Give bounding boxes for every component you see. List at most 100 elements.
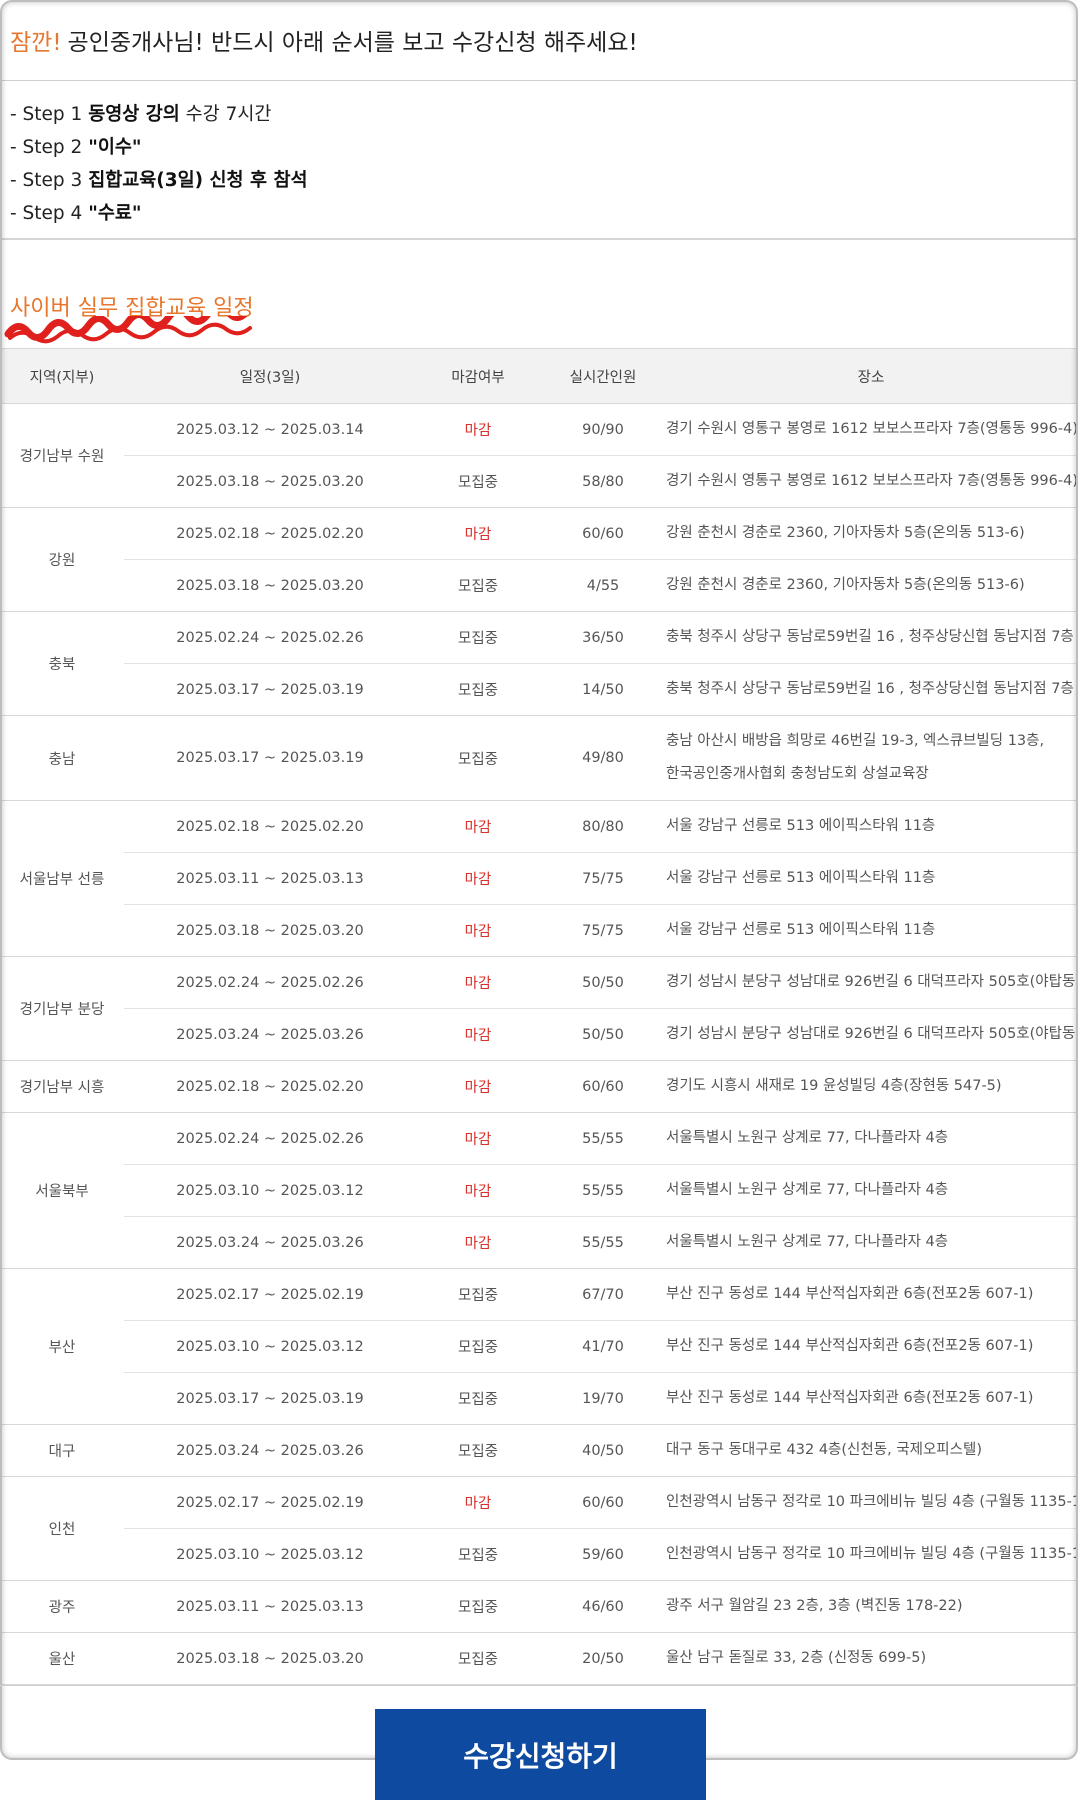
cell-status: 마감 bbox=[416, 852, 540, 905]
table-row: 충북 2025.02.24 ~ 2025.02.26 모집중 36/50 충북 청주시 … bbox=[0, 611, 1076, 716]
place-line: 경기 수원시 영통구 봉영로 1612 보보스프라자 7층(영통동 996-4) bbox=[666, 473, 1076, 489]
notice-message: 공인중개사님! 반드시 아래 순서를 보고 수강신청 해주세요! bbox=[67, 30, 638, 56]
place-line: 서울 강남구 선릉로 513 에이픽스타워 11층 bbox=[666, 818, 936, 834]
cell-count: 60/60 bbox=[540, 1476, 666, 1529]
place-line: 강원 춘천시 경춘로 2360, 기아자동차 5층(온의동 513-6) bbox=[666, 577, 1025, 593]
notice-warning: 잠깐! bbox=[10, 30, 62, 56]
header-region: 지역(지부) bbox=[0, 348, 124, 404]
place-line: 대구 동구 동대구로 432 4층(신천동, 국제오피스텔) bbox=[666, 1442, 982, 1458]
cell-count: 40/50 bbox=[540, 1424, 666, 1477]
table-row: 서울남부 선릉 2025.02.18 ~ 2025.02.20 마감 80/80 서울 … bbox=[0, 800, 1076, 957]
cell-date: 2025.02.18 ~ 2025.02.20 bbox=[124, 507, 416, 560]
cell-status: 마감 bbox=[416, 1476, 540, 1529]
cell-place: 경기 성남시 분당구 성남대로 926번길 6 대덕프라자 505호(야탑동) bbox=[666, 956, 1076, 1009]
cell-count: 59/60 bbox=[540, 1528, 666, 1581]
cell-place: 인천광역시 남동구 정각로 10 파크에비뉴 빌딩 4층 (구월동 1135-1… bbox=[666, 1528, 1076, 1581]
cell-region: 경기남부 수원 bbox=[0, 403, 124, 508]
table-header-row: 지역(지부) 일정(3일) 마감여부 실시간인원 장소 bbox=[0, 348, 1076, 404]
cell-date: 2025.02.18 ~ 2025.02.20 bbox=[124, 1060, 416, 1113]
table-row: 울산 2025.03.18 ~ 2025.03.20 모집중 20/50 울산 남구 돋… bbox=[0, 1632, 1076, 1685]
cell-status: 모집중 bbox=[416, 1580, 540, 1633]
step-item: - Step 3 집합교육(3일) 신청 후 참석 bbox=[10, 164, 1078, 197]
table-row: 2025.03.24 ~ 2025.03.26 마감 50/50 경기 성남시 분당구… bbox=[0, 1008, 1076, 1061]
cell-status: 마감 bbox=[416, 1112, 540, 1165]
cell-region: 경기남부 분당 bbox=[0, 956, 124, 1061]
place-line: 광주 서구 월암길 23 2층, 3층 (벽진동 178-22) bbox=[666, 1598, 963, 1614]
step-highlight: 동영상 강의 bbox=[88, 104, 180, 125]
cell-status: 모집중 bbox=[416, 1528, 540, 1581]
step-highlight: "이수" bbox=[88, 137, 142, 158]
cell-date: 2025.03.24 ~ 2025.03.26 bbox=[124, 1216, 416, 1269]
table-row: 서울북부 2025.02.24 ~ 2025.02.26 마감 55/55 서울특별시 … bbox=[0, 1112, 1076, 1269]
cell-date: 2025.02.24 ~ 2025.02.26 bbox=[124, 611, 416, 664]
cell-region: 광주 bbox=[0, 1580, 124, 1633]
cell-count: 50/50 bbox=[540, 956, 666, 1009]
cell-count: 58/80 bbox=[540, 455, 666, 508]
step-item: - Step 4 "수료" bbox=[10, 197, 1078, 230]
cell-date: 2025.03.17 ~ 2025.03.19 bbox=[124, 1372, 416, 1425]
table-row: 2025.03.18 ~ 2025.03.20 마감 75/75 서울 강남구 선릉로… bbox=[0, 904, 1076, 957]
cell-date: 2025.03.11 ~ 2025.03.13 bbox=[124, 852, 416, 905]
table-row: 부산 2025.02.17 ~ 2025.02.19 모집중 67/70 부산 진구 동… bbox=[0, 1268, 1076, 1425]
cell-count: 75/75 bbox=[540, 852, 666, 905]
schedule-body: 경기남부 수원 2025.03.12 ~ 2025.03.14 마감 90/90 경기 … bbox=[0, 403, 1076, 1685]
cell-place: 충북 청주시 상당구 동남로59번길 16 , 청주상당신협 동남지점 7층 bbox=[666, 663, 1076, 716]
cell-status: 마감 bbox=[416, 1060, 540, 1113]
cell-date: 2025.03.18 ~ 2025.03.20 bbox=[124, 559, 416, 612]
cell-place: 부산 진구 동성로 144 부산적십자회관 6층(전포2동 607-1) bbox=[666, 1372, 1076, 1425]
cell-region: 서울남부 선릉 bbox=[0, 800, 124, 957]
cell-place: 경기 수원시 영통구 봉영로 1612 보보스프라자 7층(영통동 996-4) bbox=[666, 455, 1076, 508]
scribble-underline-icon bbox=[4, 316, 252, 344]
cell-place: 경기도 시흥시 새재로 19 윤성빌딩 4층(장현동 547-5) bbox=[666, 1060, 1076, 1113]
cell-status: 마감 bbox=[416, 507, 540, 560]
cell-count: 55/55 bbox=[540, 1216, 666, 1269]
place-line: 충북 청주시 상당구 동남로59번길 16 , 청주상당신협 동남지점 7층 bbox=[666, 681, 1074, 697]
step-item: - Step 2 "이수" bbox=[10, 131, 1078, 164]
cell-date: 2025.03.24 ~ 2025.03.26 bbox=[124, 1424, 416, 1477]
cell-count: 55/55 bbox=[540, 1112, 666, 1165]
cell-count: 60/60 bbox=[540, 1060, 666, 1113]
place-line: 서울특별시 노원구 상계로 77, 다나플라자 4층 bbox=[666, 1234, 949, 1250]
header-count: 실시간인원 bbox=[540, 348, 666, 404]
schedule-table: 지역(지부) 일정(3일) 마감여부 실시간인원 장소 경기남부 수원 2025.… bbox=[0, 348, 1076, 1685]
place-line: 서울 강남구 선릉로 513 에이픽스타워 11층 bbox=[666, 922, 936, 938]
cell-date: 2025.02.24 ~ 2025.02.26 bbox=[124, 1112, 416, 1165]
cell-date: 2025.03.18 ~ 2025.03.20 bbox=[124, 1632, 416, 1685]
cell-date: 2025.02.18 ~ 2025.02.20 bbox=[124, 800, 416, 853]
cell-status: 마감 bbox=[416, 1008, 540, 1061]
place-line: 경기 성남시 분당구 성남대로 926번길 6 대덕프라자 505호(야탑동) bbox=[666, 974, 1076, 990]
cell-place: 서울특별시 노원구 상계로 77, 다나플라자 4층 bbox=[666, 1112, 1076, 1165]
cell-place: 대구 동구 동대구로 432 4층(신천동, 국제오피스텔) bbox=[666, 1424, 1076, 1477]
table-row: 대구 2025.03.24 ~ 2025.03.26 모집중 40/50 대구 동구 동… bbox=[0, 1424, 1076, 1477]
table-row: 충남 2025.03.17 ~ 2025.03.19 모집중 49/80 충남 아산시 … bbox=[0, 715, 1076, 801]
cell-place: 강원 춘천시 경춘로 2360, 기아자동차 5층(온의동 513-6) bbox=[666, 507, 1076, 560]
place-line: 충남 아산시 배방읍 희망로 46번길 19-3, 엑스큐브빌딩 13층, bbox=[666, 733, 1045, 749]
cell-place: 서울 강남구 선릉로 513 에이픽스타워 11층 bbox=[666, 800, 1076, 853]
step-prefix: - Step 1 bbox=[10, 104, 89, 125]
cell-place: 서울특별시 노원구 상계로 77, 다나플라자 4층 bbox=[666, 1216, 1076, 1269]
cell-status: 모집중 bbox=[416, 1320, 540, 1373]
cell-place: 서울 강남구 선릉로 513 에이픽스타워 11층 bbox=[666, 852, 1076, 905]
cell-status: 모집중 bbox=[416, 715, 540, 801]
place-line: 서울 강남구 선릉로 513 에이픽스타워 11층 bbox=[666, 870, 936, 886]
button-area: 수강신청하기 bbox=[0, 1685, 1078, 1820]
step-prefix: - Step 3 bbox=[10, 170, 89, 191]
cell-status: 모집중 bbox=[416, 611, 540, 664]
cell-status: 모집중 bbox=[416, 1632, 540, 1685]
table-row: 2025.03.11 ~ 2025.03.13 마감 75/75 서울 강남구 선릉로… bbox=[0, 852, 1076, 905]
table-row: 경기남부 수원 2025.03.12 ~ 2025.03.14 마감 90/90 경기 … bbox=[0, 403, 1076, 508]
cell-status: 모집중 bbox=[416, 1424, 540, 1477]
cell-region: 울산 bbox=[0, 1632, 124, 1685]
place-line: 부산 진구 동성로 144 부산적십자회관 6층(전포2동 607-1) bbox=[666, 1286, 1034, 1302]
step-suffix: 수강 7시간 bbox=[179, 104, 272, 125]
cell-date: 2025.03.11 ~ 2025.03.13 bbox=[124, 1580, 416, 1633]
cell-place: 충북 청주시 상당구 동남로59번길 16 , 청주상당신협 동남지점 7층 bbox=[666, 611, 1076, 664]
cell-count: 46/60 bbox=[540, 1580, 666, 1633]
apply-button[interactable]: 수강신청하기 bbox=[375, 1709, 706, 1800]
table-row: 인천 2025.02.17 ~ 2025.02.19 마감 60/60 인천광역시 남동… bbox=[0, 1476, 1076, 1581]
cell-count: 14/50 bbox=[540, 663, 666, 716]
step-highlight: "수료" bbox=[88, 203, 142, 224]
place-line: 부산 진구 동성로 144 부산적십자회관 6층(전포2동 607-1) bbox=[666, 1390, 1034, 1406]
cell-status: 모집중 bbox=[416, 559, 540, 612]
cell-place: 경기 수원시 영통구 봉영로 1612 보보스프라자 7층(영통동 996-4) bbox=[666, 403, 1076, 456]
